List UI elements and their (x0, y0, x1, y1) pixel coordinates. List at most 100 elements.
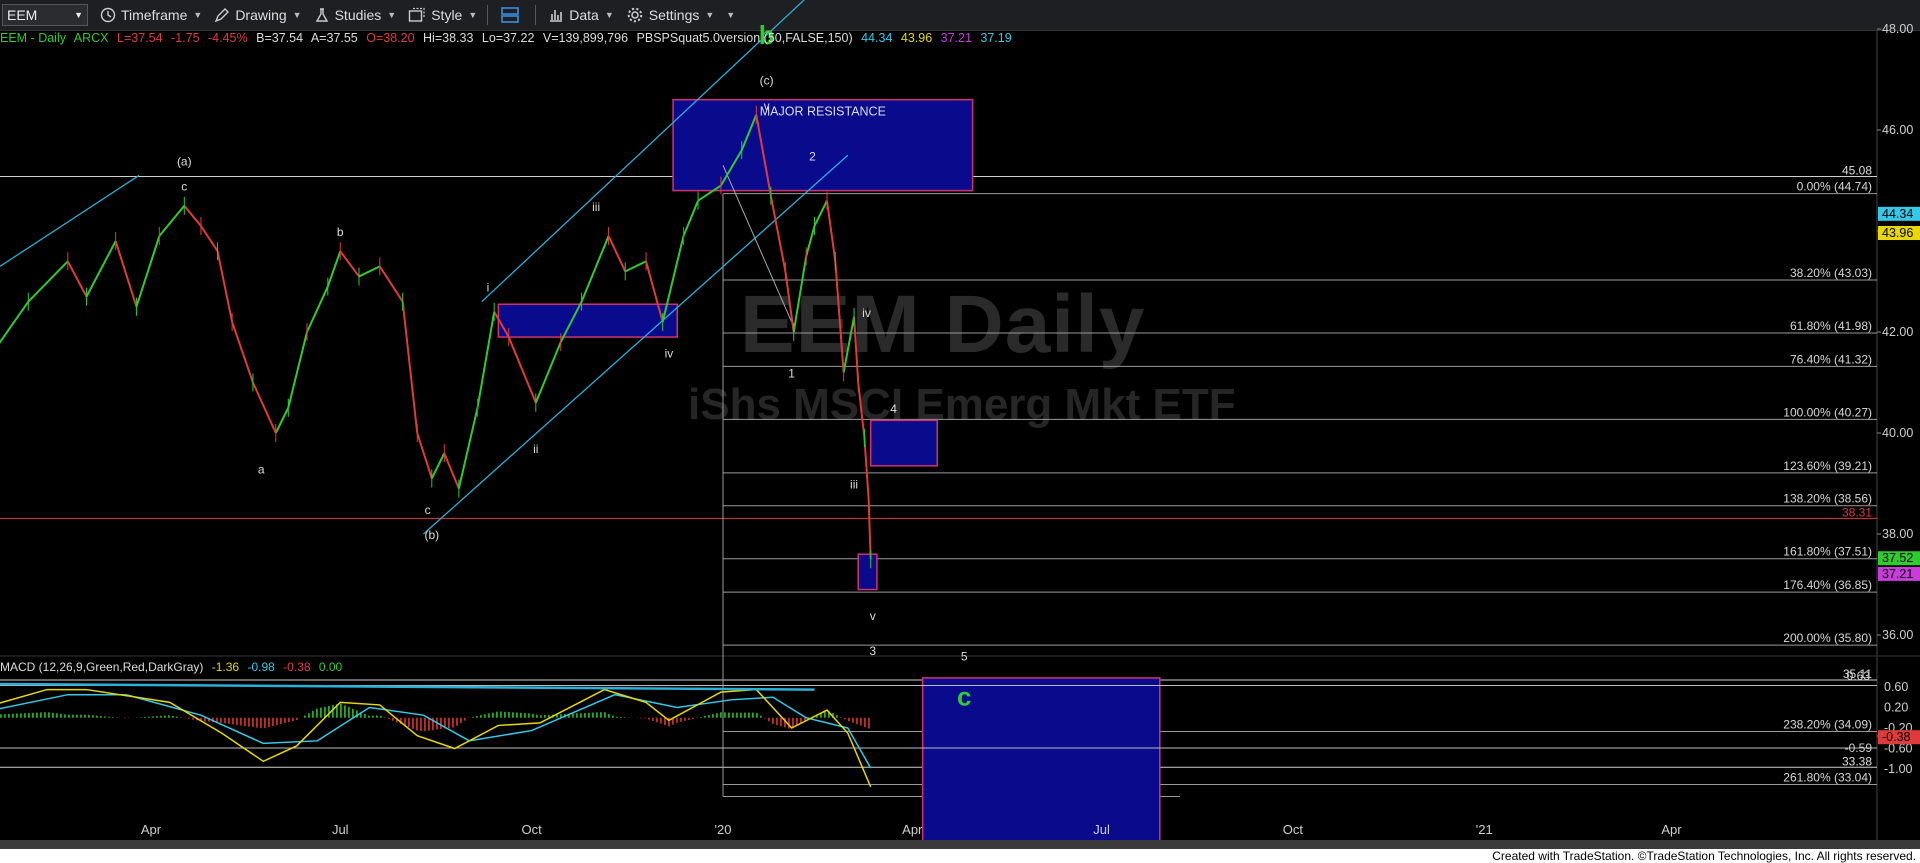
macd-axis-label: -1.00 (1884, 762, 1913, 776)
price-axis-label: 48.00 (1882, 22, 1913, 36)
price-segment (200, 225, 219, 252)
time-axis-label: '20 (715, 822, 732, 837)
price-segment (135, 235, 161, 308)
macd-divergence-line (0, 682, 815, 691)
macd-value-2: -0.98 (247, 660, 275, 674)
price-segment (813, 200, 828, 227)
header-value-4: 37.19 (980, 31, 1012, 45)
price-segment (834, 261, 845, 373)
price-segment (306, 286, 329, 333)
wave-label: 1 (788, 366, 795, 380)
price-segment (231, 321, 254, 383)
fib-level-label: 61.80% (41.98) (1790, 319, 1872, 333)
header-exchange: ARCX (73, 31, 109, 45)
price-segment (252, 382, 277, 434)
header-volume: V=139,899,796 (542, 31, 629, 45)
reference-line-label: 45.08 (1842, 163, 1872, 177)
fib-level-label: 123.60% (39.21) (1783, 459, 1872, 473)
price-segment (580, 235, 610, 303)
price-segment (443, 452, 460, 489)
time-axis-label: Oct (1283, 822, 1304, 837)
price-segment (769, 195, 787, 272)
price-segment (457, 407, 479, 489)
price-segment (158, 205, 186, 237)
price-axis-label: 40.00 (1882, 426, 1913, 440)
macd-label: MACD (12,26,9,Green,Red,DarkGray) (0, 660, 204, 674)
price-segment (805, 225, 816, 257)
price-segment (401, 301, 419, 434)
reference-line-label: 38.31 (1842, 505, 1872, 519)
price-chart[interactable]: 45.0835.1133.3838.310.00% (44.74)38.20% … (0, 0, 1920, 840)
price-segment (339, 250, 360, 278)
fib-level-label: 161.80% (37.51) (1783, 545, 1872, 559)
price-segment (826, 200, 837, 262)
fib-level-label: 200.00% (35.80) (1783, 631, 1872, 645)
price-segment (476, 311, 496, 408)
header-study: PBSPSquat5.0version (50,FALSE,150) (636, 31, 853, 45)
price-segment (378, 265, 404, 303)
time-axis-label: Jul (332, 822, 349, 837)
price-segment (326, 250, 342, 287)
chart-header: EEM - Daily ARCX L=37.54 -1.75 -4.45% B=… (0, 31, 1017, 47)
macd-tag-label: -0.38 (1882, 730, 1911, 744)
price-tag: 43.96 (1878, 226, 1920, 241)
wave-label: b (337, 225, 344, 239)
wave-label: iv (665, 346, 674, 360)
target-box (857, 553, 878, 591)
wave-label: v (764, 99, 770, 113)
box-label: MAJOR RESISTANCE (760, 105, 886, 119)
price-segment (682, 200, 699, 237)
wave-label: iii (592, 200, 600, 214)
trend-channel-line (423, 154, 849, 535)
wave-label: a (258, 462, 265, 476)
price-axis-label: 42.00 (1882, 325, 1913, 339)
wave-label: (b) (424, 528, 439, 542)
price-tag: 37.21 (1878, 566, 1920, 581)
macd-axis-label: 0.20 (1884, 701, 1908, 715)
price-tag-label: 44.34 (1882, 207, 1913, 221)
price-tag: 44.34 (1878, 206, 1920, 221)
wave-label: (c) (760, 74, 774, 88)
fib-level-label: 100.00% (40.27) (1783, 405, 1872, 419)
price-segment (607, 235, 627, 272)
price-segment (183, 205, 202, 227)
price-segment (66, 260, 88, 298)
price-axis-label: 38.00 (1882, 527, 1913, 541)
price-segment (784, 271, 795, 333)
price-axis-label: 36.00 (1882, 628, 1913, 642)
wave-label: c (425, 503, 431, 517)
fib-level-label: 76.40% (41.32) (1790, 352, 1872, 366)
header-open: O=38.20 (366, 31, 415, 45)
header-value-2: 43.96 (900, 31, 933, 45)
macd-value-1: -1.36 (211, 660, 240, 674)
price-segment (274, 407, 290, 434)
price-segment (842, 316, 856, 373)
price-segment (85, 240, 117, 298)
time-scrollbar[interactable] (0, 840, 1920, 849)
macd-value-3: -0.38 (283, 660, 311, 674)
fib-level-label: 0.00% (44.74) (1797, 180, 1872, 194)
header-pct: -4.45% (208, 31, 248, 45)
header-high: Hi=38.33 (423, 31, 474, 45)
price-tag-label: 43.96 (1882, 226, 1913, 240)
time-axis-label: Apr (1661, 822, 1682, 837)
wave-label: c (181, 180, 187, 194)
fib-level-label: 38.20% (43.03) (1790, 266, 1872, 280)
macd-line (0, 688, 872, 788)
header-change: -1.75 (171, 31, 200, 45)
price-segment (416, 432, 433, 479)
wave-label: ii (533, 442, 538, 456)
price-segment (534, 341, 562, 404)
wave-label: c (957, 682, 971, 712)
fib-level-label: 138.20% (38.56) (1783, 492, 1872, 506)
price-segment (863, 437, 870, 499)
target-box (869, 419, 938, 467)
wave-label: 2 (809, 149, 816, 163)
wave-label: 5 (961, 649, 968, 663)
price-segment (0, 301, 30, 344)
wave-label: iv (862, 306, 871, 320)
reference-line-label: 33.38 (1842, 754, 1872, 768)
header-last: L=37.54 (117, 31, 163, 45)
price-segment (216, 250, 234, 323)
price-segment (867, 498, 872, 560)
